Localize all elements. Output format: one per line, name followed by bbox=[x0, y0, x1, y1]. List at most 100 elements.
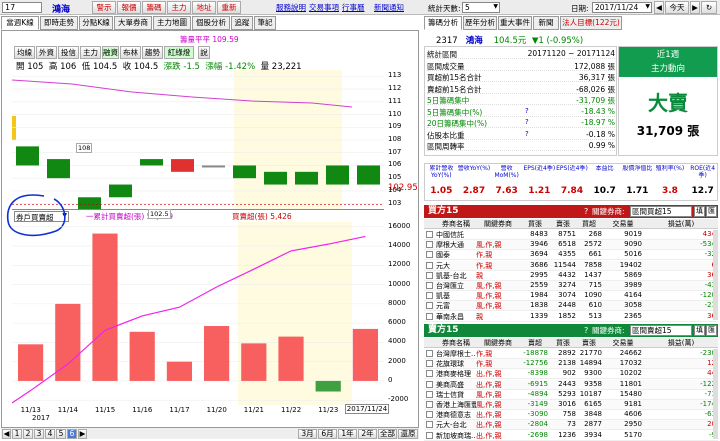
buy-row[interactable]: 摩根大通 風,作,親 3946 6518 2572 9090 -534 bbox=[424, 240, 718, 251]
buy-btn-export[interactable]: 匯 bbox=[706, 206, 717, 217]
buy-row[interactable]: 凱基-台北親 2995 4432 1437 5869 36 bbox=[424, 270, 718, 281]
sell-row[interactable]: 元大-台北 出,作,親 -2804 73 2877 2950 20 bbox=[424, 420, 718, 431]
tab-notes[interactable]: 筆記 bbox=[254, 16, 276, 30]
range-1y[interactable]: 1年 bbox=[338, 429, 357, 439]
page-4[interactable]: 4 bbox=[45, 429, 55, 439]
page-6[interactable]: 6 bbox=[67, 429, 77, 439]
link-trade[interactable]: 交易事項 bbox=[309, 2, 339, 13]
refresh-button[interactable]: ↻ bbox=[701, 1, 717, 14]
address-button[interactable]: 地址 bbox=[192, 1, 216, 14]
sell-row[interactable]: 台灣摩根士... 作,親 -18878 2892 21770 24662 -230 bbox=[424, 349, 718, 359]
cell-4: 3848 bbox=[584, 410, 602, 419]
row-checkbox[interactable] bbox=[426, 241, 433, 249]
row-checkbox[interactable] bbox=[426, 421, 433, 429]
sell-row[interactable]: 瑞士信貸 風,作,親 -4894 5293 10187 15480 -71 bbox=[424, 389, 718, 400]
row-checkbox[interactable] bbox=[426, 350, 433, 357]
tab-intraday[interactable]: 即時走勢 bbox=[40, 16, 78, 30]
tab-big-broker[interactable]: 大單券商 bbox=[114, 16, 152, 30]
tab-chip-analysis[interactable]: 籌碼分析 bbox=[424, 16, 462, 30]
link-service[interactable]: 服務說明 bbox=[276, 2, 306, 13]
tool-margin[interactable]: 融資 bbox=[102, 46, 119, 59]
sell-select[interactable]: 區間賣超15 bbox=[630, 325, 692, 336]
tab-target[interactable]: 法人目標(122元) bbox=[560, 16, 622, 30]
metric-header: 殖利率(%) bbox=[655, 165, 685, 172]
days-select[interactable]: 5 ▼ bbox=[462, 2, 500, 13]
row-checkbox[interactable] bbox=[426, 411, 433, 419]
row-checkbox[interactable] bbox=[426, 251, 433, 259]
buy-row[interactable]: 華南永昌 親 1339 1852 513 2365 36 bbox=[424, 311, 718, 322]
buy-select[interactable]: 區間買超15 bbox=[630, 206, 692, 217]
today-button[interactable]: 今天 bbox=[665, 1, 689, 14]
row-checkbox[interactable] bbox=[426, 360, 433, 368]
buy-row[interactable]: 中國信託 8483 8751 268 9019 434 bbox=[424, 230, 718, 240]
row-checkbox[interactable] bbox=[426, 431, 433, 439]
range-all[interactable]: 全部 bbox=[378, 429, 397, 439]
link-news[interactable]: 新聞通知 bbox=[374, 2, 404, 13]
row-checkbox[interactable] bbox=[426, 261, 433, 269]
sell-row[interactable]: 香港上海匯豐 風,作,親 -3149 3016 6165 9181 -174 bbox=[424, 400, 718, 410]
sell-row[interactable]: 港商麥格理 出,作,親 -8398 902 9300 10202 44 bbox=[424, 369, 718, 380]
tab-yearly[interactable]: 歷年分析 bbox=[463, 16, 497, 30]
tab-stock-analysis[interactable]: 個股分析 bbox=[192, 16, 230, 30]
range-2y[interactable]: 2年 bbox=[358, 429, 377, 439]
buy-row[interactable]: 元富 風,作,親 1838 2448 610 3058 -21 bbox=[424, 301, 718, 312]
sell-row[interactable]: 港商德意志 出,作,親 -3090 758 3848 4606 -61 bbox=[424, 410, 718, 421]
tool-trend[interactable]: 趨勢 bbox=[142, 46, 163, 59]
sell-row[interactable]: 花旗環球 作,親 -12756 2138 14894 17032 12 bbox=[424, 359, 718, 370]
tool-trust[interactable]: 投信 bbox=[58, 46, 79, 59]
row-checkbox[interactable] bbox=[426, 282, 433, 289]
page-5[interactable]: 5 bbox=[56, 429, 66, 439]
sell-row[interactable]: 新加坡商瑞...出,作,親 -2698 1236 3934 5170 -9 bbox=[424, 430, 718, 441]
tool-traffic-light[interactable]: 紅綠燈 bbox=[164, 46, 194, 59]
row-checkbox[interactable] bbox=[426, 302, 433, 310]
buy-scrollbar[interactable] bbox=[713, 230, 718, 320]
row-checkbox[interactable] bbox=[426, 231, 433, 238]
buy-row[interactable]: 凱基 風,作,親 1984 3074 1090 4164 -120 bbox=[424, 291, 718, 302]
chip-button[interactable]: 籌碼 bbox=[142, 1, 166, 14]
col-4: 賣張 bbox=[582, 339, 596, 347]
range-3m[interactable]: 3月 bbox=[298, 429, 317, 439]
sell-btn-fill[interactable]: 填 bbox=[694, 325, 705, 336]
quote-button[interactable]: 報價 bbox=[117, 1, 141, 14]
row-checkbox[interactable] bbox=[426, 271, 433, 279]
buy-row[interactable]: 國泰 作,親 3694 4355 661 5016 -32 bbox=[424, 250, 718, 261]
buy-btn-fill[interactable]: 填 bbox=[694, 206, 705, 217]
tool-main[interactable]: 主力 bbox=[80, 46, 101, 59]
page-3[interactable]: 3 bbox=[34, 429, 44, 439]
tool-bollinger[interactable]: 布林 bbox=[120, 46, 141, 59]
tab-main-map[interactable]: 主力地圖 bbox=[153, 16, 191, 30]
row-checkbox[interactable] bbox=[426, 312, 433, 320]
sell-btn-export[interactable]: 匯 bbox=[706, 325, 717, 336]
range-6m[interactable]: 6月 bbox=[318, 429, 337, 439]
tab-news[interactable]: 新聞 bbox=[533, 16, 559, 30]
date-input[interactable]: 2017/11/24 ▼ bbox=[592, 2, 652, 13]
row-checkbox[interactable] bbox=[426, 390, 433, 398]
tool-foreign[interactable]: 外資 bbox=[36, 46, 57, 59]
range-restore[interactable]: 還原 bbox=[398, 429, 418, 439]
link-calendar[interactable]: 行事曆 bbox=[342, 2, 365, 13]
buy-row[interactable]: 元大 作,親 3686 11544 7858 19402 6 bbox=[424, 260, 718, 271]
row-checkbox[interactable] bbox=[426, 292, 433, 300]
row-checkbox[interactable] bbox=[426, 401, 433, 408]
warn-button[interactable]: 警示 bbox=[92, 1, 116, 14]
tab-events[interactable]: 重大事件 bbox=[498, 16, 532, 30]
sell-row[interactable]: 美商高盛 出,作,親 -6915 2443 9358 11801 -122 bbox=[424, 379, 718, 390]
page-1[interactable]: 1 bbox=[12, 429, 22, 439]
tool-help[interactable]: 說 bbox=[198, 46, 210, 59]
tab-weekly-k[interactable]: 當週K線 bbox=[1, 16, 39, 30]
row-checkbox[interactable] bbox=[426, 370, 433, 378]
buy-row[interactable]: 台灣匯立 風,作,親 2559 3274 715 3989 -43 bbox=[424, 281, 718, 291]
scroll-left-button[interactable]: ◀ bbox=[2, 429, 11, 439]
prev-day-button[interactable]: ◀ bbox=[654, 1, 664, 14]
tool-ma[interactable]: 均線 bbox=[14, 46, 35, 59]
row-checkbox[interactable] bbox=[426, 380, 433, 388]
next-day-button[interactable]: ▶ bbox=[690, 1, 700, 14]
sell-scrollbar[interactable] bbox=[713, 349, 718, 439]
scroll-right-button[interactable]: ▶ bbox=[78, 429, 87, 439]
tab-track[interactable]: 追蹤 bbox=[231, 16, 253, 30]
stock-code-input[interactable]: 17 bbox=[2, 2, 42, 13]
tab-branch-k[interactable]: 分點K線 bbox=[79, 16, 113, 30]
page-2[interactable]: 2 bbox=[23, 429, 33, 439]
reload-button[interactable]: 重新 bbox=[217, 1, 241, 14]
main-force-button[interactable]: 主力 bbox=[167, 1, 191, 14]
